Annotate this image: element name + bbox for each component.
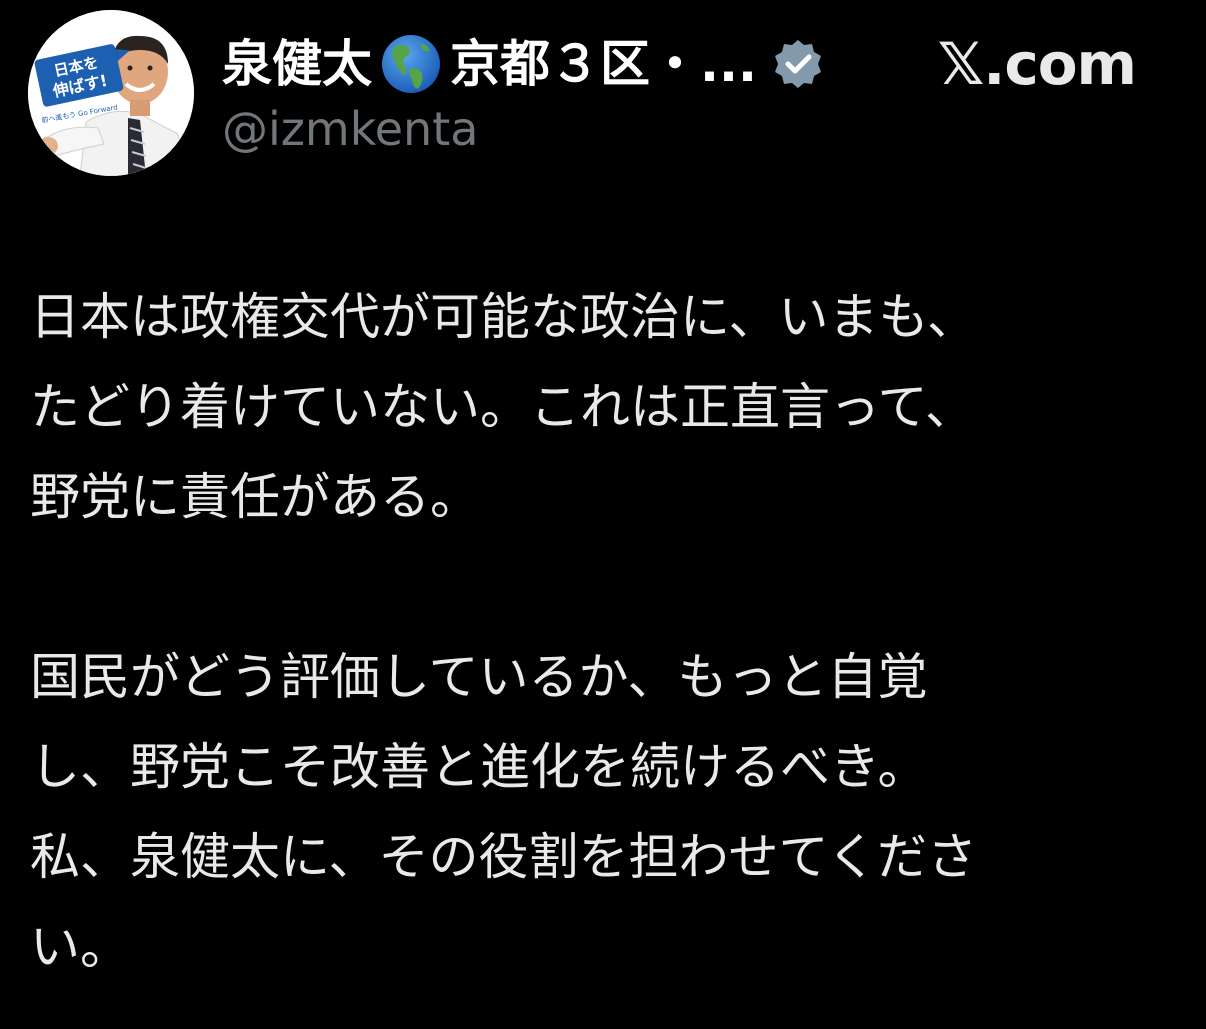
display-name[interactable]: 泉健太 <box>222 39 372 89</box>
display-name-tail[interactable]: 京都３区・... <box>450 39 757 89</box>
site-badge: 𝕏.com <box>937 30 1137 98</box>
author-name-row[interactable]: 泉健太 京都３区・... <box>222 24 825 104</box>
tweet-line: 私、泉健太に、その役割を担わせてくださ <box>30 828 977 886</box>
tweet-line: たどり着けていない。これは正直言って、 <box>30 378 975 436</box>
author-handle[interactable]: @izmkenta <box>222 102 478 156</box>
tweet-line: 日本は政権交代が可能な政治に、いまも、 <box>30 288 977 346</box>
avatar[interactable]: 日本を 伸ばす! 前へ進もう Go Forward <box>28 10 194 176</box>
tweet-text: 日本は政権交代が可能な政治に、いまも、 たどり着けていない。これは正直言って、 … <box>30 272 1160 992</box>
globe-americas-icon <box>380 33 442 95</box>
tweet-line: い。 <box>30 918 130 976</box>
avatar-image: 日本を 伸ばす! 前へ進もう Go Forward <box>28 10 194 176</box>
tweet-paragraph: 日本は政権交代が可能な政治に、いまも、 たどり着けていない。これは正直言って、 … <box>30 272 1160 542</box>
tweet-line: 国民がどう評価しているか、もっと自覚 <box>30 648 928 706</box>
tweet-paragraph: 国民がどう評価しているか、もっと自覚 し、野党こそ改善と進化を続けるべき。 私、… <box>30 632 1160 992</box>
verified-badge-icon[interactable] <box>771 37 825 91</box>
tweet-card: 日本を 伸ばす! 前へ進もう Go Forward 泉健太 京都３区・... @… <box>0 0 1206 1029</box>
tweet-line: し、野党こそ改善と進化を続けるべき。 <box>30 738 928 796</box>
tweet-header: 日本を 伸ばす! 前へ進もう Go Forward 泉健太 京都３区・... @… <box>28 10 1178 180</box>
tweet-line: 野党に責任がある。 <box>30 468 480 526</box>
